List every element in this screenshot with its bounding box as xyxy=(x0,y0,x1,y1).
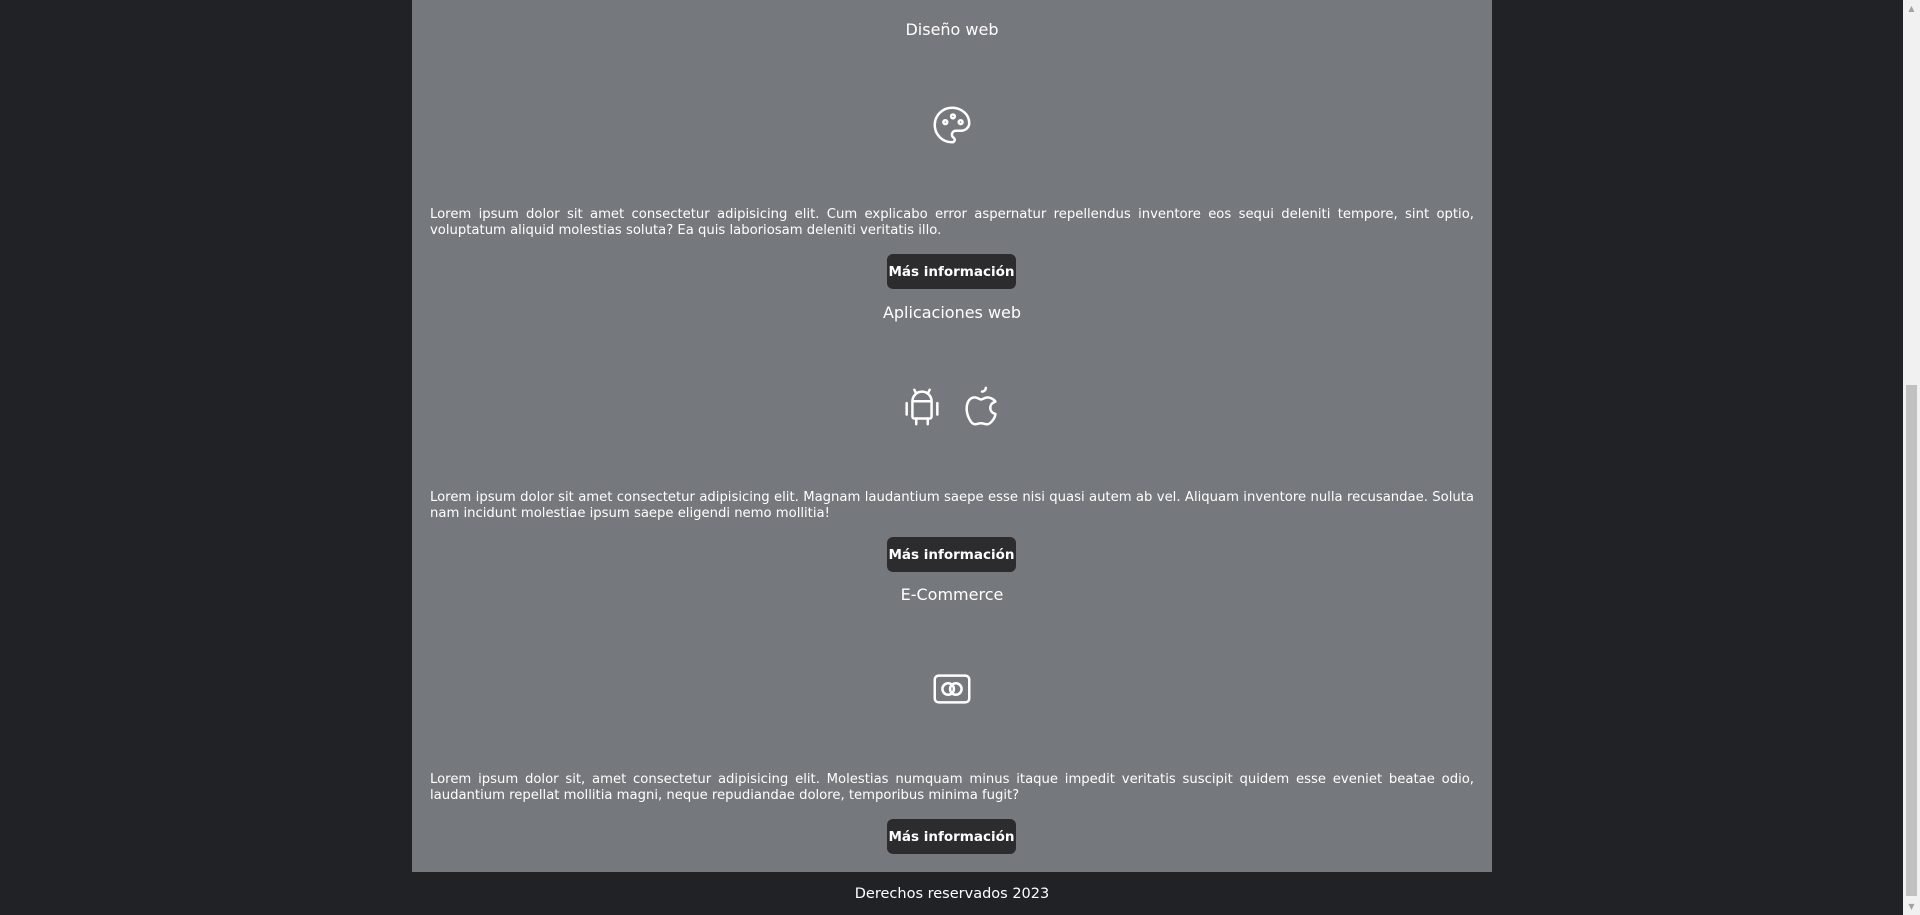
vertical-scrollbar[interactable]: ▲ ▼ xyxy=(1903,0,1920,915)
more-info-button[interactable]: Más información xyxy=(887,819,1016,854)
service-icons xyxy=(412,102,1492,152)
service-title: Aplicaciones web xyxy=(882,303,1022,322)
scroll-thumb[interactable] xyxy=(1906,385,1917,896)
palette-icon xyxy=(929,102,975,152)
credit-card-icon xyxy=(929,666,975,716)
apple-icon xyxy=(959,384,1005,434)
services-section: Diseño web Lorem ipsum dolor sit amet co… xyxy=(412,0,1492,872)
scroll-up-arrow-icon[interactable]: ▲ xyxy=(1903,0,1920,17)
service-title: Diseño web xyxy=(905,20,999,39)
more-info-button[interactable]: Más información xyxy=(887,254,1016,289)
service-description: Lorem ipsum dolor sit amet consectetur a… xyxy=(430,207,1474,238)
service-title: E-Commerce xyxy=(900,585,1004,604)
service-icons xyxy=(412,384,1492,434)
footer-copyright: Derechos reservados 2023 xyxy=(854,885,1050,902)
scroll-down-arrow-icon[interactable]: ▼ xyxy=(1903,898,1920,915)
service-icons xyxy=(412,666,1492,716)
service-description: Lorem ipsum dolor sit amet consectetur a… xyxy=(430,490,1474,521)
more-info-button[interactable]: Más información xyxy=(887,537,1016,572)
footer: Derechos reservados 2023 xyxy=(412,872,1492,915)
android-icon xyxy=(899,384,945,434)
service-description: Lorem ipsum dolor sit, amet consectetur … xyxy=(430,772,1474,803)
page: Diseño web Lorem ipsum dolor sit amet co… xyxy=(0,0,1920,915)
